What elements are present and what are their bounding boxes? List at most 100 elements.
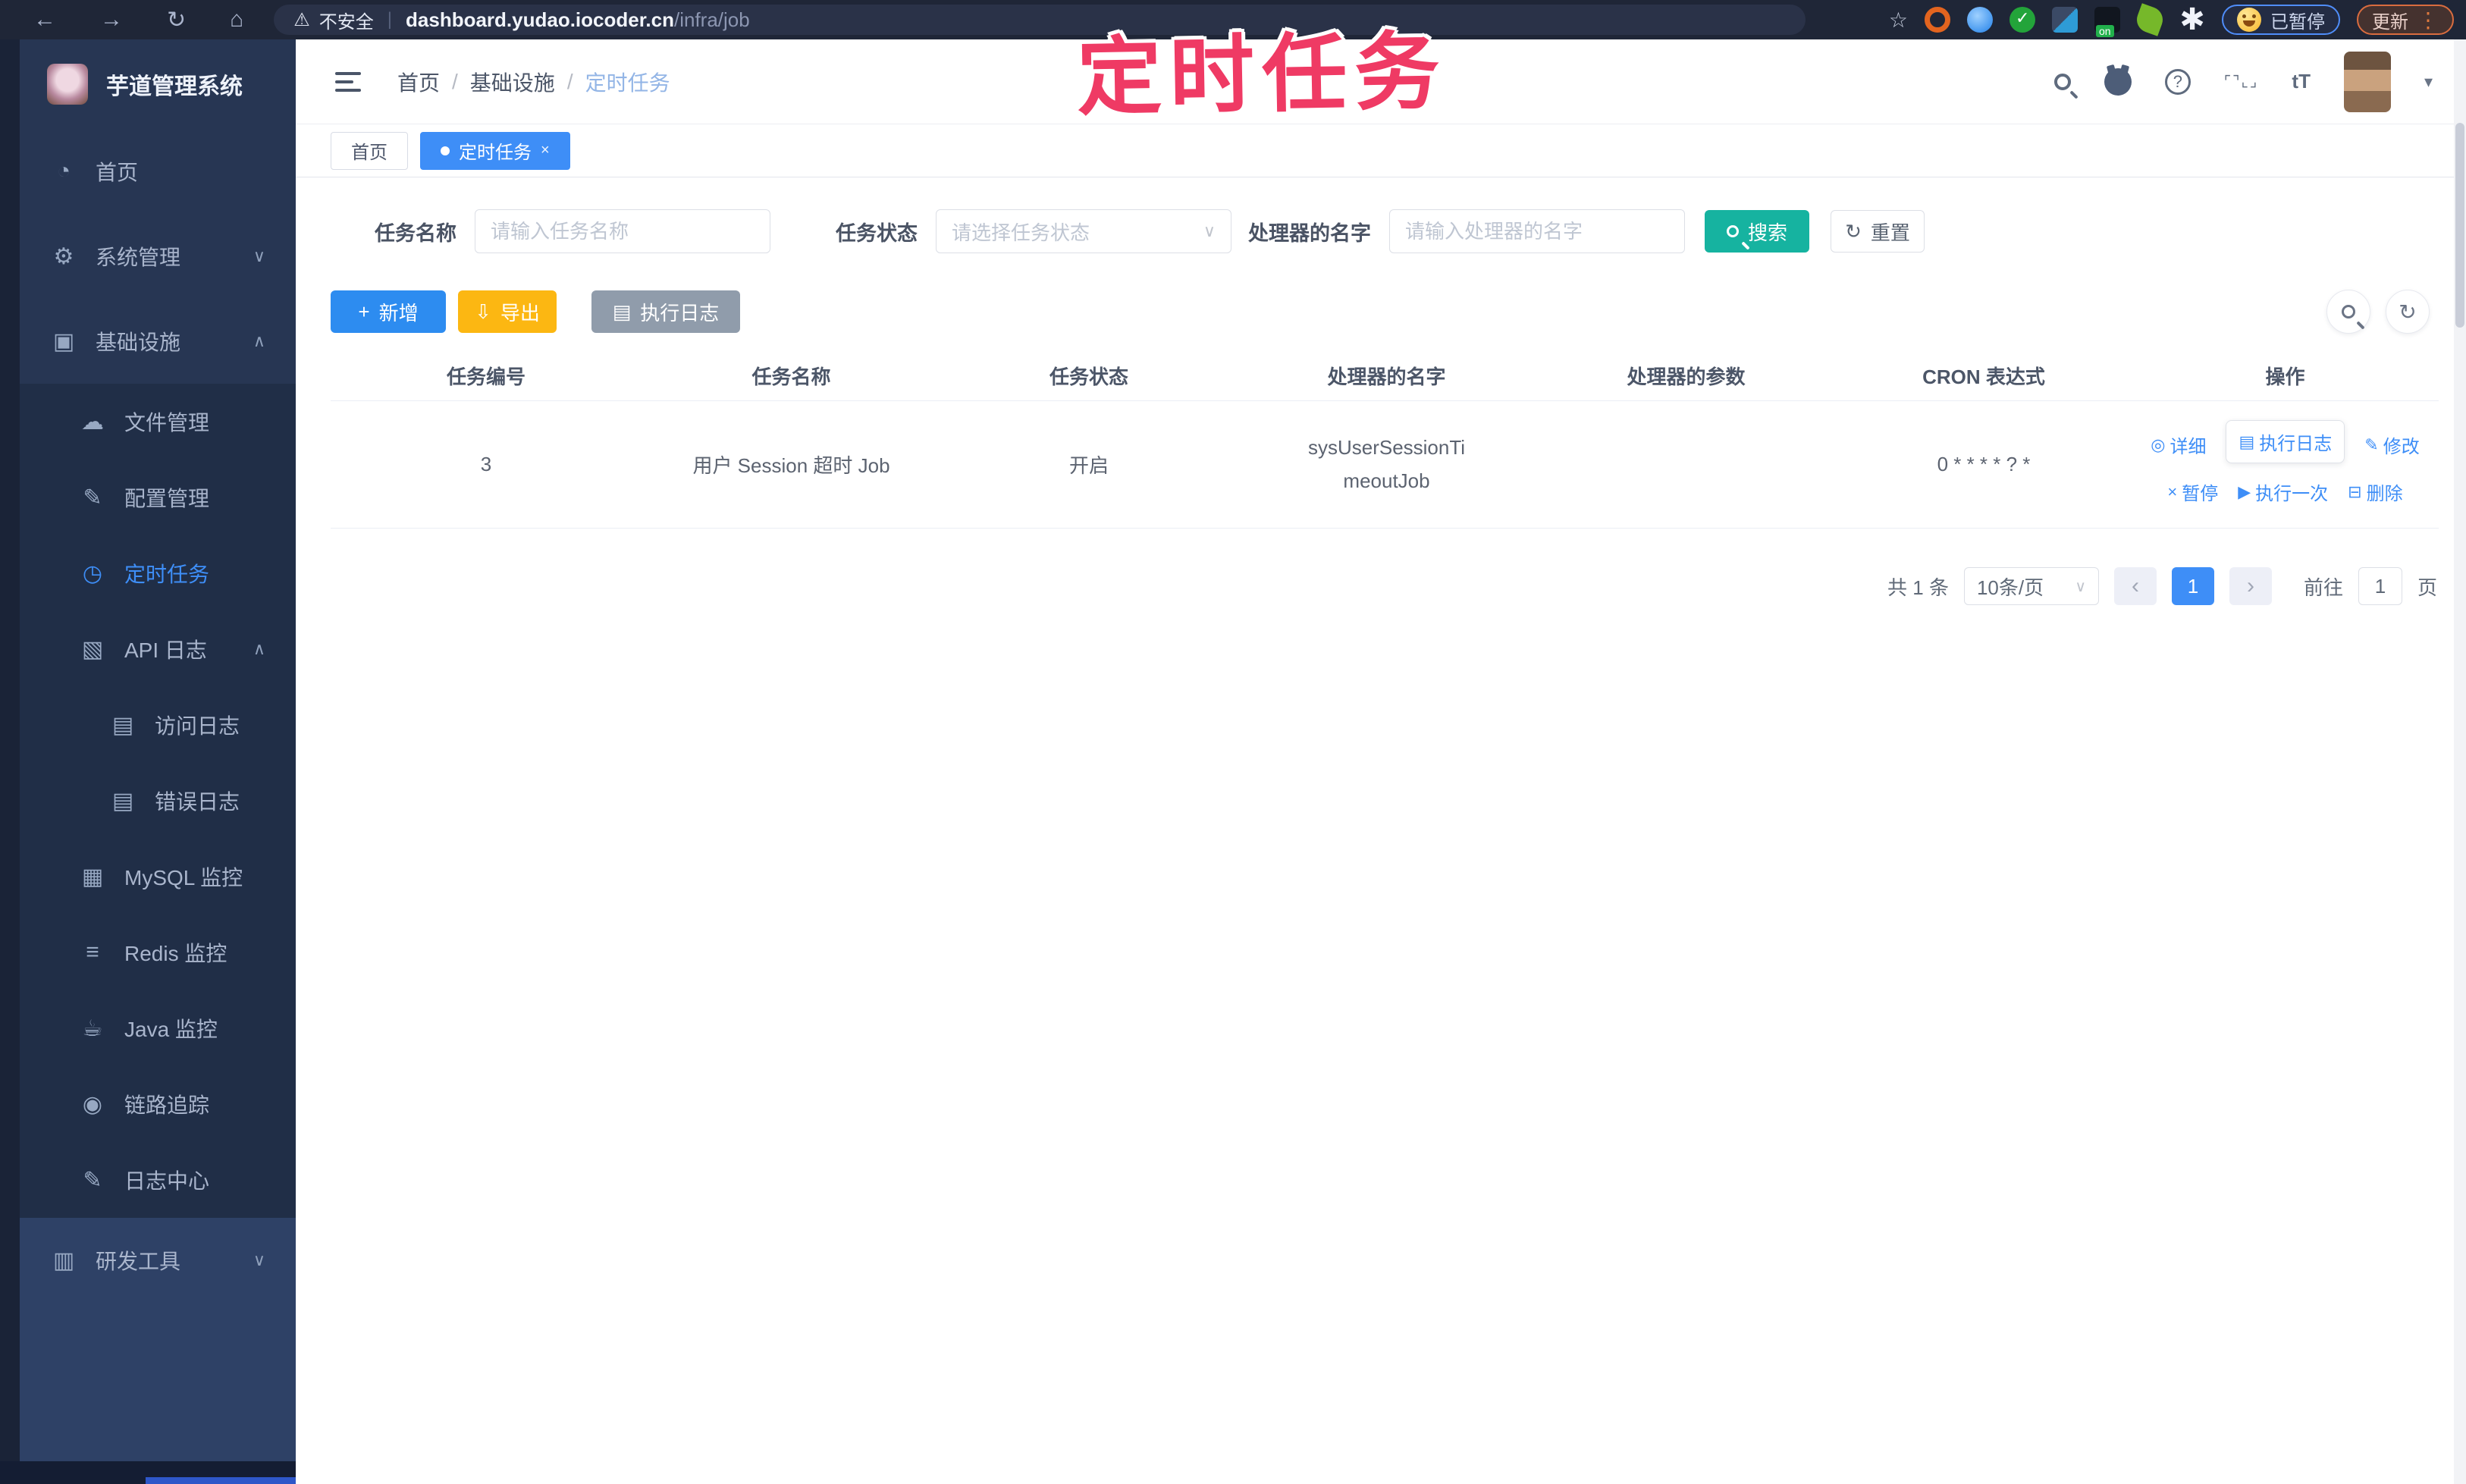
reload-icon[interactable]: ↻ [167, 7, 186, 33]
refresh-button[interactable]: ↻ [2386, 290, 2430, 334]
add-button[interactable]: + 新增 [331, 290, 446, 333]
total-count: 共 1 条 [1887, 576, 1949, 599]
dashboard-icon: ◔ [56, 158, 71, 184]
handler-name-input[interactable] [1389, 209, 1685, 253]
sidebar-item-mysql-monitor[interactable]: ▦ MySQL 监控 [0, 839, 296, 915]
breadcrumb-infra[interactable]: 基础设施 [470, 67, 555, 97]
tab-home[interactable]: 首页 [331, 131, 408, 170]
browser-chrome: ← → ↻ ⌂ ⚠ 不安全 | dashboard.yudao.iocoder.… [0, 0, 2466, 39]
sidebar-item-error-log[interactable]: ▤ 错误日志 [0, 763, 296, 839]
sidebar-item-devtools[interactable]: ▥ 研发工具 ∨ [0, 1218, 296, 1303]
job-status-placeholder: 请选择任务状态 [952, 221, 1090, 244]
col-cron: CRON 表达式 [1836, 352, 2132, 401]
run-once-link[interactable]: ▶ 执行一次 [2238, 478, 2328, 505]
user-avatar[interactable] [2343, 51, 2391, 112]
job-status-label: 任务状态 [836, 221, 918, 245]
pause-icon: × [2167, 482, 2178, 501]
sidebar-item-label: 首页 [96, 161, 139, 184]
extension-check-icon[interactable] [2010, 7, 2035, 33]
job-log-link[interactable]: ▤ 执行日志 [2226, 420, 2345, 463]
bookmark-star-icon[interactable]: ☆ [1889, 8, 1908, 33]
page-size-value: 10条/页 [1976, 576, 2044, 599]
profile-paused-pill[interactable]: 已暂停 [2222, 5, 2340, 35]
forward-icon[interactable]: → [100, 7, 123, 33]
scrollbar-thumb[interactable] [2455, 123, 2464, 328]
extension-leaf-icon[interactable] [2133, 3, 2166, 36]
sidebar-item-system[interactable]: ⚙ 系统管理 ∨ [0, 214, 296, 299]
chevron-down-icon: ∨ [1203, 221, 1216, 240]
cell-job-status: 开启 [941, 400, 1237, 529]
sidebar-item-infra[interactable]: ▣ 基础设施 ∧ [0, 299, 296, 384]
security-label[interactable]: 不安全 [319, 7, 374, 33]
fullscreen-icon[interactable]: ⌜⌝⌞⌟ [2224, 74, 2259, 89]
home-icon[interactable]: ⌂ [230, 7, 243, 33]
extension-on-badge-icon[interactable] [2094, 7, 2120, 37]
chevron-up-icon: ∧ [253, 639, 265, 658]
chevron-up-icon: ∧ [253, 331, 265, 350]
sidebar-submenu-infra: ☁ 文件管理 ✎ 配置管理 ◷ 定时任务 ▧ API 日志 ∧ ▤ 访问日志 ▤ [0, 384, 296, 1218]
sidebar-item-java-monitor[interactable]: ☕ Java 监控 [0, 990, 296, 1066]
extension-drop-icon[interactable] [1967, 7, 1993, 33]
font-size-icon[interactable]: tT [2292, 70, 2311, 93]
close-icon[interactable]: × [541, 142, 550, 159]
browser-menu-dots-icon[interactable]: ⋮ [2417, 8, 2439, 33]
sidebar-item-api-log[interactable]: ▧ API 日志 ∧ [0, 611, 296, 687]
sidebar-item-log-center[interactable]: ✎ 日志中心 [0, 1142, 296, 1218]
github-icon[interactable] [2104, 67, 2132, 96]
sidebar: 芋道管理系统 ◔ 首页 ⚙ 系统管理 ∨ ▣ 基础设施 ∧ ☁ 文件管理 ✎ 配… [0, 39, 296, 1484]
page-unit-label: 页 [2417, 576, 2437, 599]
sidebar-footer-accent [146, 1477, 296, 1484]
sidebar-item-redis-monitor[interactable]: ≡ Redis 监控 [0, 915, 296, 990]
tab-scheduled-job[interactable]: 定时任务 × [420, 131, 570, 170]
extension-pinwheel-icon[interactable]: ✱ [2179, 5, 2205, 35]
sidebar-item-config-manage[interactable]: ✎ 配置管理 [0, 460, 296, 535]
search-button[interactable]: 搜索 [1705, 210, 1809, 253]
sidebar-item-file-manage[interactable]: ☁ 文件管理 [0, 384, 296, 460]
sidebar-item-label: 错误日志 [155, 790, 240, 814]
app-logo [47, 64, 88, 105]
refresh-icon: ↻ [1845, 219, 1862, 243]
help-icon[interactable]: ? [2164, 68, 2191, 95]
back-icon[interactable]: ← [33, 7, 56, 33]
sidebar-item-access-log[interactable]: ▤ 访问日志 [0, 687, 296, 763]
chevron-down-icon: ∨ [2075, 578, 2086, 595]
toggle-search-button[interactable] [2326, 290, 2370, 334]
job-status-select[interactable]: 请选择任务状态 ∨ [936, 209, 1231, 253]
goto-page-input[interactable] [2358, 567, 2402, 605]
delete-link[interactable]: ⊟ 删除 [2348, 478, 2402, 505]
navbar-right: ? ⌜⌝⌞⌟ tT ▾ [2053, 51, 2433, 112]
search-icon[interactable] [2053, 73, 2071, 90]
gear-icon: ⚙ [53, 243, 74, 269]
sidebar-item-home[interactable]: ◔ 首页 [0, 129, 296, 214]
reset-button[interactable]: ↻ 重置 [1831, 210, 1925, 253]
extension-ring-icon[interactable] [1925, 7, 1950, 33]
java-icon: ☕ [82, 1015, 103, 1041]
navbar: 首页 / 基础设施 / 定时任务 ? ⌜⌝⌞⌟ tT ▾ [296, 39, 2466, 124]
scrollbar[interactable] [2454, 39, 2466, 1484]
address-bar[interactable]: ⚠ 不安全 | dashboard.yudao.iocoder.cn /infr… [274, 5, 1806, 35]
sidebar-item-trace[interactable]: ◉ 链路追踪 [0, 1066, 296, 1142]
edit-link[interactable]: ✎ 修改 [2364, 431, 2419, 458]
sidebar-item-scheduled-job[interactable]: ◷ 定时任务 [0, 535, 296, 611]
mysql-icon: ▦ [81, 864, 104, 889]
sidebar-collapse-icon[interactable] [335, 71, 361, 92]
edit-icon: ✎ [2364, 435, 2379, 454]
sidebar-item-label: 文件管理 [124, 411, 210, 435]
breadcrumb-home[interactable]: 首页 [397, 67, 440, 97]
page-size-select[interactable]: 10条/页 ∨ [1963, 567, 2099, 605]
page-number-button[interactable]: 1 [2171, 567, 2214, 605]
export-button[interactable]: ⇩ 导出 [458, 290, 557, 333]
caret-down-icon[interactable]: ▾ [2424, 72, 2433, 92]
extension-cubes-icon[interactable] [2052, 7, 2078, 33]
next-page-button[interactable]: › [2229, 567, 2272, 605]
cell-job-name: 用户 Session 超时 Job [642, 400, 941, 529]
job-log-button[interactable]: ▤ 执行日志 [591, 290, 740, 333]
prev-page-button[interactable]: ‹ [2113, 567, 2157, 605]
goto-label: 前往 [2303, 576, 2343, 599]
job-name-input[interactable] [475, 209, 770, 253]
update-pill[interactable]: 更新 ⋮ [2357, 5, 2454, 35]
detail-link[interactable]: ◎ 详细 [2151, 431, 2206, 458]
pause-link[interactable]: × 暂停 [2167, 478, 2218, 505]
sidebar-logo-row[interactable]: 芋道管理系统 [0, 39, 296, 129]
api-log-icon: ▧ [81, 636, 104, 662]
